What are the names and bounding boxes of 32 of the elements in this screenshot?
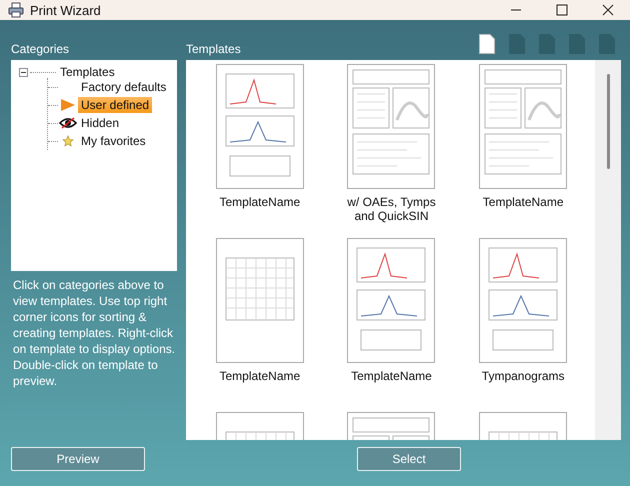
document-thumbnail[interactable]: [479, 238, 568, 363]
scrollbar-thumb[interactable]: [606, 74, 610, 169]
help-text: Click on categories above to view templates. Use top right corner icons for sorting & creating templates. Right-click on template to display options. Double-click on template to preview.: [13, 277, 176, 389]
close-icon[interactable]: [602, 4, 614, 16]
crossed-eye-icon: [59, 117, 77, 129]
template-name: TemplateName: [218, 195, 302, 209]
panel-label: Templates: [186, 42, 241, 56]
template-name: TemplateName: [482, 195, 564, 209]
tree-item[interactable]: My favorites: [78, 133, 149, 149]
tree-item[interactable]: User defined: [78, 97, 152, 113]
document-thumbnail[interactable]: [347, 238, 436, 363]
maximize-icon[interactable]: [556, 4, 568, 16]
document-thumbnail[interactable]: [216, 238, 304, 363]
template-name: w/ OAEs, Tymps and QuickSIN: [346, 195, 437, 223]
template-name: TemplateName: [218, 369, 302, 383]
panel-label: Categories: [11, 42, 70, 56]
preview-button[interactable]: Preview: [11, 447, 145, 471]
template-name: TemplateName: [350, 369, 433, 383]
document-thumbnail[interactable]: [216, 64, 304, 189]
document-thumbnail[interactable]: [347, 64, 436, 189]
document-thumbnail[interactable]: [479, 64, 568, 189]
window-title: Print Wizard: [30, 2, 101, 18]
template-name: Tympanograms: [480, 369, 566, 383]
tree-item[interactable]: Templates: [58, 64, 117, 80]
tree-item[interactable]: Factory defaults: [78, 79, 170, 95]
tree-item[interactable]: Hidden: [78, 115, 122, 131]
collapse-icon[interactable]: [19, 68, 28, 76]
arrow-icon: [60, 98, 76, 112]
document-icon[interactable]: [479, 34, 495, 54]
select-button[interactable]: Select: [357, 447, 461, 471]
star-icon: [62, 135, 74, 147]
printer-icon: [8, 2, 24, 18]
